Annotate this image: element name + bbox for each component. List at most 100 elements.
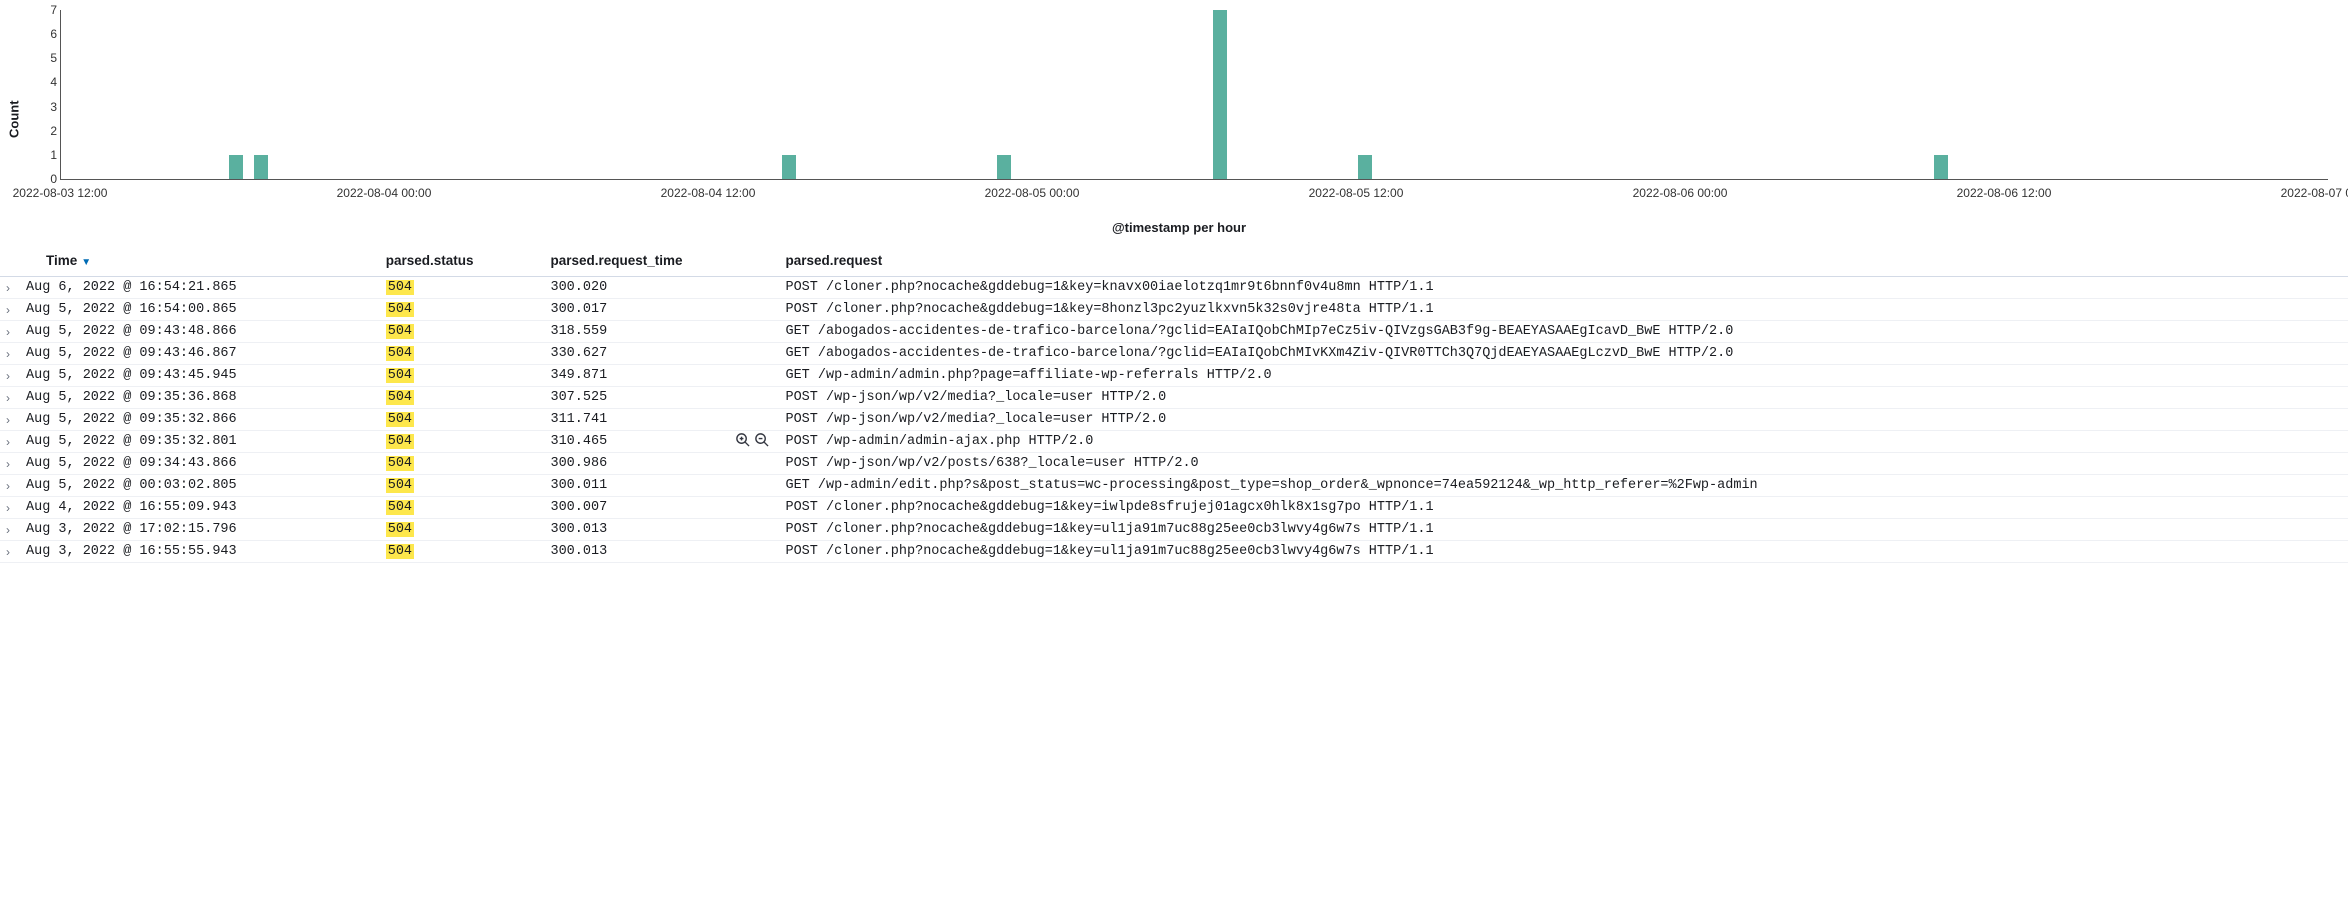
expand-row-icon[interactable]: › [6, 435, 10, 449]
cell-time: Aug 3, 2022 @ 17:02:15.796 [20, 519, 380, 541]
cell-status: 504 [380, 475, 545, 497]
cell-time: Aug 3, 2022 @ 16:55:55.943 [20, 541, 380, 563]
cell-request-time: 300.013 [544, 519, 779, 541]
expand-row-icon[interactable]: › [6, 523, 10, 537]
table-row[interactable]: ›Aug 5, 2022 @ 09:43:45.945504349.871GET… [0, 365, 2348, 387]
expand-row-icon[interactable]: › [6, 369, 10, 383]
cell-time: Aug 5, 2022 @ 09:43:45.945 [20, 365, 380, 387]
x-tick: 2022-08-04 12:00 [661, 186, 756, 200]
col-time[interactable]: Time▼ [20, 245, 380, 277]
x-tick: 2022-08-06 00:00 [1633, 186, 1728, 200]
cell-time: Aug 5, 2022 @ 09:35:36.868 [20, 387, 380, 409]
cell-status: 504 [380, 409, 545, 431]
expand-row-icon[interactable]: › [6, 281, 10, 295]
cell-status: 504 [380, 431, 545, 453]
table-row[interactable]: ›Aug 3, 2022 @ 17:02:15.796504300.013POS… [0, 519, 2348, 541]
cell-time: Aug 5, 2022 @ 09:34:43.866 [20, 453, 380, 475]
cell-status: 504 [380, 453, 545, 475]
cell-request-time: 311.741 [544, 409, 779, 431]
filter-in-icon[interactable] [735, 432, 750, 452]
histogram-bar[interactable] [254, 155, 268, 179]
x-tick: 2022-08-03 12:00 [13, 186, 108, 200]
histogram-bar[interactable] [1934, 155, 1948, 179]
chart-plot-area[interactable]: 01234567 [60, 10, 2328, 180]
expand-row-icon[interactable]: › [6, 457, 10, 471]
cell-request: GET /abogados-accidentes-de-trafico-barc… [779, 343, 2348, 365]
cell-status: 504 [380, 277, 545, 299]
table-row[interactable]: ›Aug 5, 2022 @ 09:43:48.866504318.559GET… [0, 321, 2348, 343]
col-request-time[interactable]: parsed.request_time [544, 245, 779, 277]
cell-request-time: 349.871 [544, 365, 779, 387]
cell-status: 504 [380, 343, 545, 365]
table-row[interactable]: › Aug 3, 2022 @ 16:55:55.943504300.013POS… [0, 541, 2348, 563]
x-tick: 2022-08-07 00:00 [2281, 186, 2348, 200]
y-axis-label: Count [6, 100, 21, 138]
cell-request-time: 300.013 [544, 541, 779, 563]
cell-request-time: 300.007 [544, 497, 779, 519]
table-row[interactable]: ›Aug 5, 2022 @ 16:54:00.865504300.017POS… [0, 299, 2348, 321]
cell-request: POST /cloner.php?nocache&gddebug=1&key=u… [779, 541, 2348, 563]
table-row[interactable]: ›Aug 6, 2022 @ 16:54:21.865504300.020POS… [0, 277, 2348, 299]
y-tick: 5 [50, 51, 57, 65]
x-tick: 2022-08-04 00:00 [337, 186, 432, 200]
cell-request: POST /wp-json/wp/v2/media?_locale=user H… [779, 409, 2348, 431]
cell-request-time: 300.011 [544, 475, 779, 497]
expand-row-icon[interactable]: › [6, 479, 10, 493]
x-tick: 2022-08-05 00:00 [985, 186, 1080, 200]
table-row[interactable]: ›Aug 4, 2022 @ 16:55:09.943504300.007POS… [0, 497, 2348, 519]
cell-request: GET /wp-admin/admin.php?page=affiliate-w… [779, 365, 2348, 387]
filter-out-icon[interactable] [754, 432, 769, 452]
cell-request: POST /wp-json/wp/v2/media?_locale=user H… [779, 387, 2348, 409]
col-request[interactable]: parsed.request [779, 245, 2348, 277]
histogram-bar[interactable] [782, 155, 796, 179]
cell-request-time: 300.020 [544, 277, 779, 299]
expand-row-icon[interactable]: › [6, 413, 10, 427]
cell-request: POST /cloner.php?nocache&gddebug=1&key=k… [779, 277, 2348, 299]
histogram-bar[interactable] [997, 155, 1011, 179]
cell-status: 504 [380, 519, 545, 541]
cell-status: 504 [380, 541, 545, 563]
cell-request: GET /wp-admin/edit.php?s&post_status=wc-… [779, 475, 2348, 497]
histogram-bar[interactable] [1213, 10, 1227, 179]
y-tick: 3 [50, 100, 57, 114]
cell-request-time: 307.525 [544, 387, 779, 409]
table-row[interactable]: › Aug 5, 2022 @ 09:35:36.868504307.525POS… [0, 387, 2348, 409]
cell-request-time: 330.627 [544, 343, 779, 365]
y-tick: 6 [50, 27, 57, 41]
cell-request-time: 318.559 [544, 321, 779, 343]
cell-time: Aug 5, 2022 @ 09:43:46.867 [20, 343, 380, 365]
table-row[interactable]: › Aug 5, 2022 @ 00:03:02.805504300.011GET… [0, 475, 2348, 497]
expand-row-icon[interactable]: › [6, 391, 10, 405]
col-status[interactable]: parsed.status [380, 245, 545, 277]
cell-time: Aug 5, 2022 @ 09:35:32.801 [20, 431, 380, 453]
cell-time: Aug 5, 2022 @ 00:03:02.805 [20, 475, 380, 497]
cell-request: POST /wp-json/wp/v2/posts/638?_locale=us… [779, 453, 2348, 475]
expand-row-icon[interactable]: › [6, 545, 10, 559]
sort-desc-icon: ▼ [81, 257, 91, 268]
cell-time: Aug 5, 2022 @ 09:35:32.866 [20, 409, 380, 431]
table-row[interactable]: › Aug 5, 2022 @ 09:35:32.866504311.741POS… [0, 409, 2348, 431]
expand-row-icon[interactable]: › [6, 347, 10, 361]
histogram-bar[interactable] [1358, 155, 1372, 179]
expand-row-icon[interactable]: › [6, 303, 10, 317]
cell-status: 504 [380, 299, 545, 321]
cell-request: POST /cloner.php?nocache&gddebug=1&key=i… [779, 497, 2348, 519]
expand-row-icon[interactable]: › [6, 325, 10, 339]
cell-time: Aug 5, 2022 @ 16:54:00.865 [20, 299, 380, 321]
x-axis-label: @timestamp per hour [30, 216, 2328, 245]
expand-row-icon[interactable]: › [6, 501, 10, 515]
table-row[interactable]: ›Aug 5, 2022 @ 09:35:32.801504310.465POS… [0, 431, 2348, 453]
cell-request-time: 300.017 [544, 299, 779, 321]
cell-request-time: 300.986 [544, 453, 779, 475]
x-tick: 2022-08-06 12:00 [1957, 186, 2052, 200]
table-row[interactable]: › Aug 5, 2022 @ 09:43:46.867504330.627GET… [0, 343, 2348, 365]
histogram-chart: Count 01234567 2022-08-03 12:00 2022-08-0… [0, 0, 2348, 245]
results-table: Time▼ parsed.status parsed.request_time … [0, 245, 2348, 563]
table-row[interactable]: › Aug 5, 2022 @ 09:34:43.866504300.986POS… [0, 453, 2348, 475]
y-tick: 2 [50, 124, 57, 138]
y-tick: 1 [50, 148, 57, 162]
y-tick: 0 [50, 172, 57, 186]
cell-time: Aug 5, 2022 @ 09:43:48.866 [20, 321, 380, 343]
histogram-bar[interactable] [229, 155, 243, 179]
cell-status: 504 [380, 387, 545, 409]
